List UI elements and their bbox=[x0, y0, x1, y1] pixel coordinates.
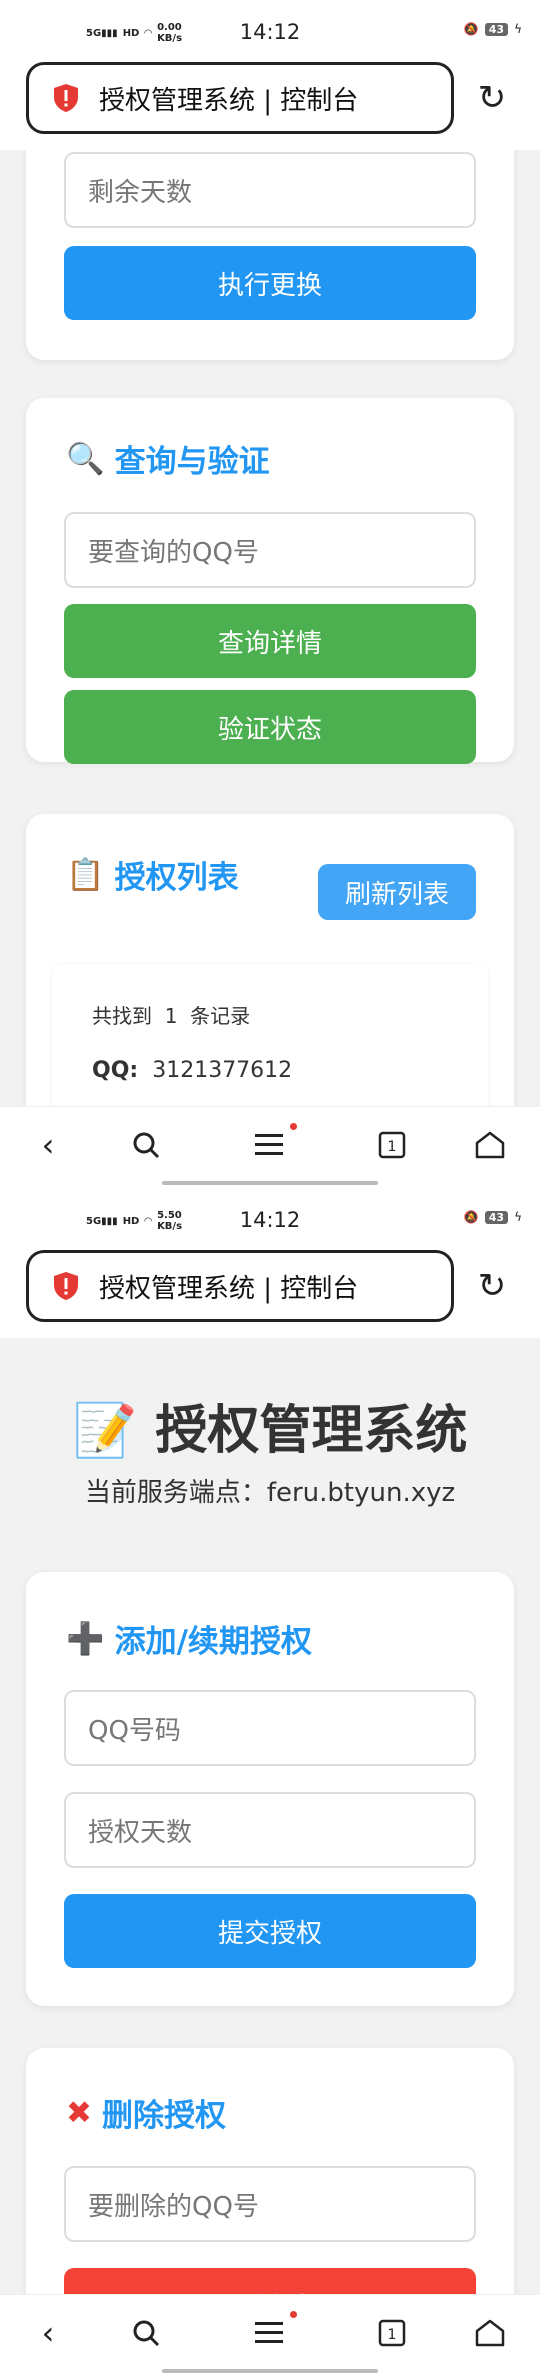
plus-icon: ➕ bbox=[66, 1621, 105, 1657]
home-icon[interactable] bbox=[468, 1123, 512, 1167]
reload-icon[interactable]: ↻ bbox=[472, 78, 512, 118]
shield-warning-icon[interactable] bbox=[51, 1271, 81, 1301]
remaining-days-input[interactable]: 剩余天数 bbox=[64, 152, 476, 228]
submit-auth-button[interactable]: 提交授权 bbox=[64, 1894, 476, 1968]
browser-nav-bar: ‹ 1 bbox=[0, 1106, 540, 1188]
screenshot-top: 5G▮▮▮ HD ◠ 0.00 KB/s 14:12 🔕 43 ϟ 授权管理系统 … bbox=[0, 0, 540, 1188]
page-content: 📝 授权管理系统 当前服务端点：feru.btyun.xyz ➕ 添加/续期授权… bbox=[0, 1338, 540, 2294]
add-title: ➕ 添加/续期授权 bbox=[66, 1621, 312, 1660]
tabs-icon[interactable]: 1 bbox=[370, 2311, 414, 2355]
execute-replace-button[interactable]: 执行更换 bbox=[64, 246, 476, 320]
browser-url-bar: 授权管理系统 | 控制台 ↻ bbox=[0, 1250, 540, 1338]
home-indicator bbox=[162, 2369, 378, 2373]
status-time: 14:12 bbox=[239, 1208, 301, 1232]
shield-warning-icon[interactable] bbox=[51, 83, 81, 113]
delete-title: ✖ 删除授权 bbox=[66, 2094, 226, 2135]
query-title: 🔍 查询与验证 bbox=[66, 441, 270, 480]
notification-dot bbox=[290, 2311, 297, 2318]
svg-text:1: 1 bbox=[388, 2327, 397, 2343]
page-content: 剩余天数 执行更换 🔍 查询与验证 要查询的QQ号 查询详情 验证状态 📋 授权… bbox=[0, 150, 540, 1106]
system-heading: 📝 授权管理系统 bbox=[72, 1401, 468, 1461]
query-qq-input[interactable]: 要查询的QQ号 bbox=[64, 512, 476, 588]
query-card: 🔍 查询与验证 要查询的QQ号 查询详情 验证状态 bbox=[26, 398, 514, 764]
verify-status-button[interactable]: 验证状态 bbox=[64, 690, 476, 764]
clipboard-icon: 📋 bbox=[66, 857, 105, 893]
auth-days-input[interactable]: 授权天数 bbox=[64, 1792, 476, 1868]
status-right: 🔕 43 ϟ bbox=[464, 22, 522, 36]
battery-indicator: 43 bbox=[484, 1210, 509, 1224]
address-box[interactable]: 授权管理系统 | 控制台 bbox=[26, 62, 454, 134]
cross-icon: ✖ bbox=[66, 2094, 92, 2131]
status-bar: 5G▮▮▮ HD ◠ 0.00 KB/s 14:12 🔕 43 ϟ bbox=[0, 0, 540, 62]
address-box[interactable]: 授权管理系统 | 控制台 bbox=[26, 1250, 454, 1322]
page-title: 授权管理系统 | 控制台 bbox=[99, 1273, 359, 1304]
charging-icon: ϟ bbox=[514, 1210, 522, 1224]
notification-dot bbox=[290, 1123, 297, 1130]
delete-card: ✖ 删除授权 要删除的QQ号 删除授权 bbox=[26, 2048, 514, 2294]
status-bar: 5G▮▮▮ HD ◠ 5.50 KB/s 14:12 🔕 43 ϟ bbox=[0, 1188, 540, 1250]
battery-indicator: 43 bbox=[484, 22, 509, 36]
back-icon[interactable]: ‹ bbox=[26, 2311, 70, 2355]
list-card: 📋 授权列表 刷新列表 共找到 1 条记录 QQ: 3121377612 bbox=[26, 814, 514, 1106]
mute-icon: 🔕 bbox=[463, 1210, 479, 1224]
charging-icon: ϟ bbox=[514, 22, 522, 36]
record-panel: 共找到 1 条记录 QQ: 3121377612 bbox=[52, 964, 488, 1106]
back-icon[interactable]: ‹ bbox=[26, 1123, 70, 1167]
browser-nav-bar: ‹ 1 bbox=[0, 2294, 540, 2376]
add-card: ➕ 添加/续期授权 QQ号码 授权天数 提交授权 bbox=[26, 1572, 514, 2006]
query-details-button[interactable]: 查询详情 bbox=[64, 604, 476, 678]
svg-text:1: 1 bbox=[388, 1139, 397, 1155]
browser-url-bar: 授权管理系统 | 控制台 ↻ bbox=[0, 62, 540, 150]
refresh-list-button[interactable]: 刷新列表 bbox=[318, 864, 476, 920]
search-icon[interactable] bbox=[124, 1123, 168, 1167]
qq-number-input[interactable]: QQ号码 bbox=[64, 1690, 476, 1766]
home-icon[interactable] bbox=[468, 2311, 512, 2355]
status-time: 14:12 bbox=[239, 20, 301, 44]
magnifier-icon: 🔍 bbox=[66, 441, 105, 477]
reload-icon[interactable]: ↻ bbox=[472, 1266, 512, 1306]
list-title: 📋 授权列表 bbox=[66, 857, 239, 896]
replace-card: 剩余天数 执行更换 bbox=[26, 150, 514, 360]
page-title: 授权管理系统 | 控制台 bbox=[99, 85, 359, 116]
menu-icon[interactable] bbox=[248, 2311, 292, 2355]
record-summary: 共找到 1 条记录 bbox=[92, 1004, 251, 1028]
delete-auth-button[interactable]: 删除授权 bbox=[64, 2268, 476, 2294]
tabs-icon[interactable]: 1 bbox=[370, 1123, 414, 1167]
search-icon[interactable] bbox=[124, 2311, 168, 2355]
home-indicator bbox=[162, 1181, 378, 1185]
screenshot-bottom: 5G▮▮▮ HD ◠ 5.50 KB/s 14:12 🔕 43 ϟ 授权管理系统 … bbox=[0, 1188, 540, 2376]
status-right: 🔕 43 ϟ bbox=[464, 1210, 522, 1224]
record-item: QQ: 3121377612 bbox=[92, 1058, 293, 1083]
delete-qq-input[interactable]: 要删除的QQ号 bbox=[64, 2166, 476, 2242]
server-endpoint: 当前服务端点：feru.btyun.xyz bbox=[84, 1478, 456, 1508]
menu-icon[interactable] bbox=[248, 1123, 292, 1167]
mute-icon: 🔕 bbox=[463, 22, 479, 36]
